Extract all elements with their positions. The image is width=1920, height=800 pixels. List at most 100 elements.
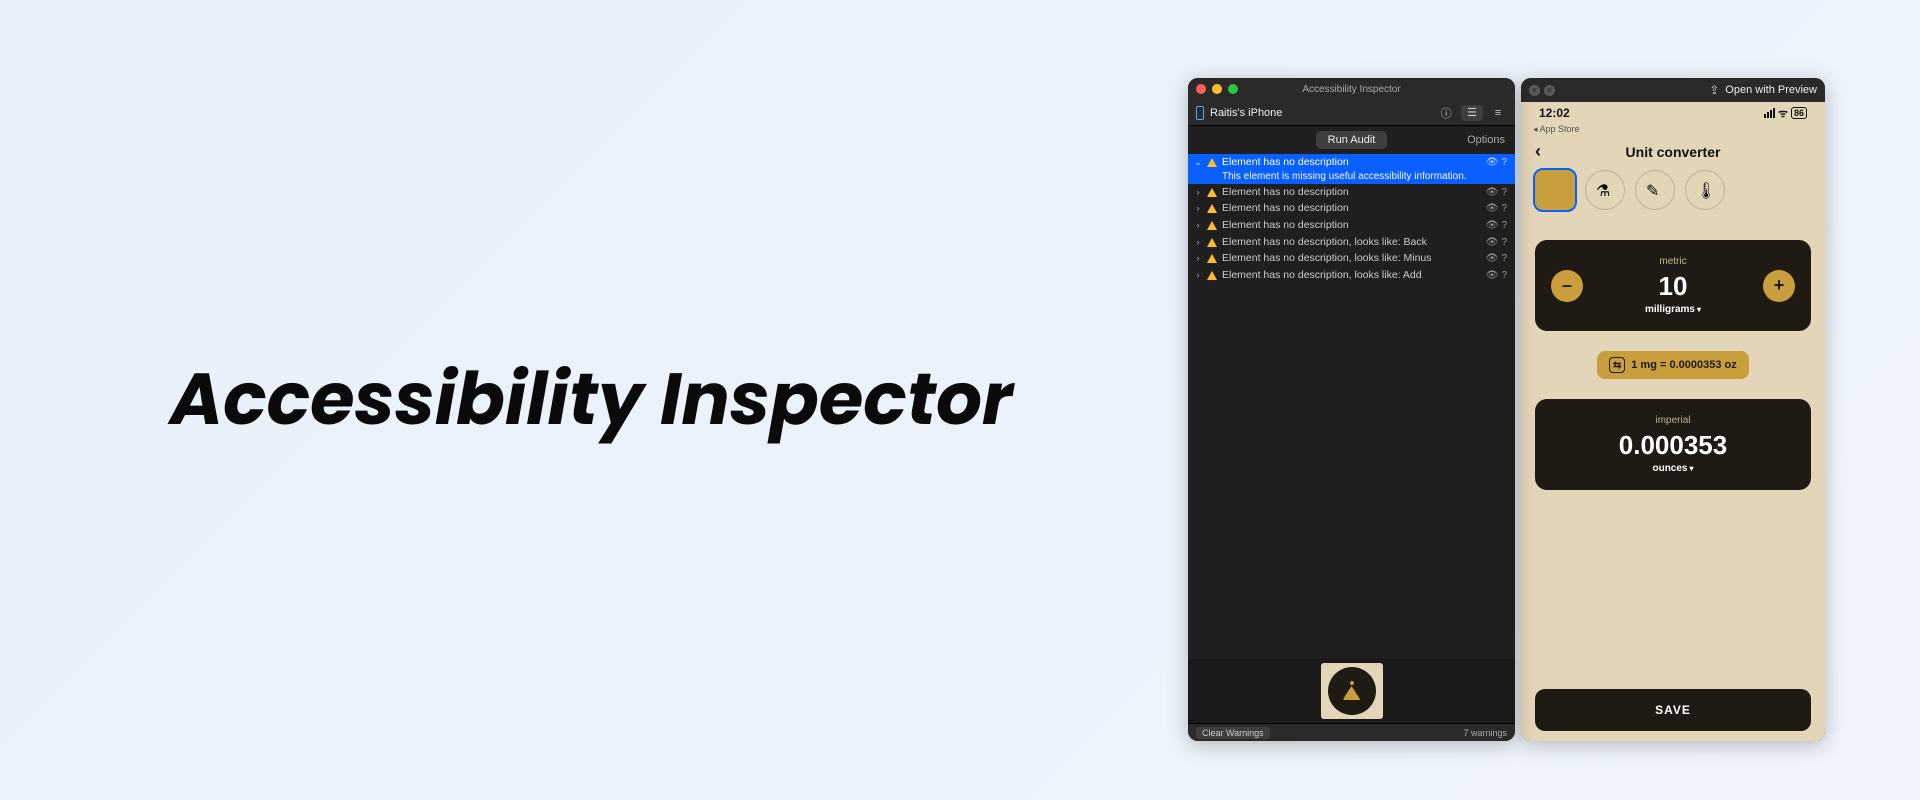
flask-icon: ⚗ (1596, 181, 1614, 199)
issue-row[interactable]: › Element has no description 👁? (1188, 217, 1515, 234)
disclosure-closed-icon[interactable]: › (1194, 203, 1202, 215)
eye-icon[interactable]: 👁 (1486, 269, 1499, 282)
issue-title: Element has no description (1222, 219, 1481, 233)
issue-title: Element has no description (1222, 186, 1481, 200)
eye-icon[interactable]: 👁 (1486, 156, 1499, 169)
issue-row[interactable]: › Element has no description, looks like… (1188, 234, 1515, 251)
list-icon[interactable]: ≡ (1489, 105, 1507, 121)
element-preview (1188, 659, 1515, 723)
weight-scale-icon (1546, 181, 1564, 199)
inspector-window: Accessibility Inspector Raitis's iPhone … (1188, 78, 1515, 741)
issue-title: Element has no description, looks like: … (1222, 252, 1481, 266)
options-button[interactable]: Options (1467, 134, 1505, 146)
issue-row[interactable]: › Element has no description 👁? (1188, 200, 1515, 217)
issue-title: Element has no description (1222, 156, 1481, 170)
disclosure-closed-icon[interactable]: › (1194, 187, 1202, 199)
help-icon[interactable]: ? (1501, 269, 1507, 282)
phone-preview-window: ✕ ✕ ⇪ Open with Preview 12:02 ᯤ 86 ◂ App… (1521, 78, 1825, 741)
eye-icon[interactable]: 👁 (1486, 252, 1499, 265)
clear-warnWings-button[interactable]: Clear Warnings (1196, 727, 1270, 739)
eye-icon[interactable]: 👁 (1486, 236, 1499, 249)
help-icon[interactable]: ? (1501, 236, 1507, 249)
issue-title: Element has no description, looks like: … (1222, 269, 1481, 283)
phone-nav-bar: ‹ Unit converter (1521, 137, 1825, 168)
close-icon[interactable]: ✕ (1529, 85, 1540, 96)
disclosure-closed-icon[interactable]: › (1194, 270, 1202, 282)
eye-icon[interactable]: 👁 (1486, 219, 1499, 232)
thermometer-icon: 🌡 (1696, 181, 1714, 199)
inspector-toolbar: Raitis's iPhone ⓘ ☰ ≡ (1188, 100, 1515, 126)
warning-icon (1207, 221, 1217, 230)
imperial-card: imperial 0.000353 ounces (1535, 399, 1811, 490)
issue-title: Element has no description (1222, 202, 1481, 216)
warning-icon (1207, 158, 1217, 167)
conversion-rate: 1 mg = 0.0000353 oz (1631, 359, 1736, 371)
settings-segment-icon[interactable]: ☰ (1461, 105, 1483, 121)
clock: 12:02 (1539, 106, 1570, 120)
inspector-title: Accessibility Inspector (1188, 84, 1515, 95)
issue-row[interactable]: › Element has no description 👁? (1188, 184, 1515, 201)
share-icon[interactable]: ⇪ (1709, 83, 1719, 97)
tab-weight[interactable] (1535, 170, 1575, 210)
inspector-titlebar: Accessibility Inspector (1188, 78, 1515, 100)
warning-count: 7 warnings (1463, 728, 1507, 738)
device-name[interactable]: Raitis's iPhone (1210, 107, 1431, 119)
phone-status-bar: 12:02 ᯤ 86 (1521, 102, 1825, 124)
preview-thumbnail (1321, 663, 1383, 719)
imperial-value: 0.000353 (1553, 430, 1793, 461)
eye-icon[interactable]: 👁 (1486, 186, 1499, 199)
warning-icon (1207, 188, 1217, 197)
tab-temperature[interactable]: 🌡 (1685, 170, 1725, 210)
disclosure-open-icon[interactable]: ⌄ (1194, 157, 1202, 169)
warning-icon (1207, 271, 1217, 280)
decrement-button[interactable]: – (1551, 270, 1583, 302)
warning-icon (1207, 238, 1217, 247)
issue-row[interactable]: › Element has no description, looks like… (1188, 267, 1515, 284)
warning-icon (1207, 204, 1217, 213)
increment-button[interactable]: + (1763, 270, 1795, 302)
wifi-icon: ᯤ (1778, 106, 1788, 121)
save-button[interactable]: SAVE (1535, 689, 1811, 731)
disclosure-closed-icon[interactable]: › (1194, 237, 1202, 249)
inspector-action-bar: Run Audit Options (1188, 126, 1515, 154)
disclosure-closed-icon[interactable]: › (1194, 253, 1202, 265)
inspector-status-bar: Clear Warnings 7 warnings (1188, 723, 1515, 741)
open-with-preview-button[interactable]: Open with Preview (1725, 84, 1817, 96)
run-audit-button[interactable]: Run Audit (1316, 131, 1388, 149)
metric-value: 10 (1553, 271, 1793, 302)
tab-volume[interactable]: ⚗ (1585, 170, 1625, 210)
back-to-app[interactable]: ◂ App Store (1521, 124, 1825, 137)
battery-icon: 86 (1791, 107, 1807, 119)
tab-length[interactable]: ✎ (1635, 170, 1675, 210)
phone-titlebar: ✕ ✕ ⇪ Open with Preview (1521, 78, 1825, 102)
help-icon[interactable]: ? (1501, 252, 1507, 265)
eye-icon[interactable]: 👁 (1486, 202, 1499, 215)
swap-chip[interactable]: ⇆ 1 mg = 0.0000353 oz (1597, 351, 1748, 379)
swap-icon: ⇆ (1609, 357, 1625, 373)
phone-screen: 12:02 ᯤ 86 ◂ App Store ‹ Unit converter … (1521, 102, 1825, 741)
issue-detail: This element is missing useful accessibi… (1222, 170, 1481, 183)
pencil-icon: ✎ (1646, 181, 1664, 199)
issue-row[interactable]: › Element has no description, looks like… (1188, 250, 1515, 267)
issue-title: Element has no description, looks like: … (1222, 236, 1481, 250)
close-icon[interactable]: ✕ (1544, 85, 1555, 96)
signal-icon (1764, 108, 1775, 118)
imperial-label: imperial (1553, 415, 1793, 426)
weight-scale-icon (1341, 680, 1363, 702)
page-title: Accessibility Inspector (170, 346, 1013, 454)
help-icon[interactable]: ? (1501, 156, 1507, 169)
metric-label: metric (1553, 256, 1793, 267)
help-icon[interactable]: ? (1501, 186, 1507, 199)
warning-icon (1207, 254, 1217, 263)
disclosure-closed-icon[interactable]: › (1194, 220, 1202, 232)
imperial-unit[interactable]: ounces (1553, 463, 1793, 474)
help-icon[interactable]: ? (1501, 202, 1507, 215)
category-tabs: ⚗ ✎ 🌡 (1521, 168, 1825, 218)
info-icon[interactable]: ⓘ (1437, 105, 1455, 121)
metric-unit[interactable]: milligrams (1553, 304, 1793, 315)
issue-list: ⌄ Element has no description This elemen… (1188, 154, 1515, 659)
metric-card: – metric 10 milligrams + (1535, 240, 1811, 331)
screen-title: Unit converter (1521, 144, 1825, 160)
help-icon[interactable]: ? (1501, 219, 1507, 232)
issue-row-selected[interactable]: ⌄ Element has no description This elemen… (1188, 154, 1515, 184)
